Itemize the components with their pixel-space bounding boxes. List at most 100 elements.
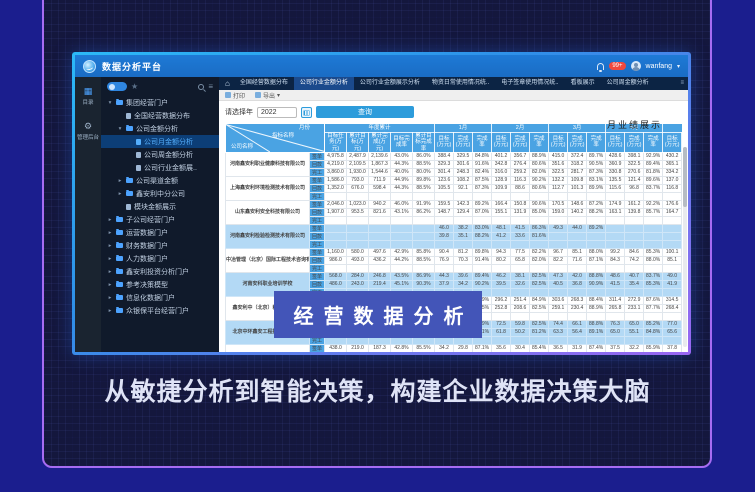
tree-item[interactable]: ▸鑫安利投资分析门户 [101,265,219,278]
value-cell: 89.7% [587,152,606,160]
query-button[interactable]: 查询 [316,106,414,118]
report-tab[interactable]: 公司行业金额展示分析 [354,77,426,90]
value-cell [492,216,511,224]
value-cell: 90.3% [413,280,435,288]
notification-badge[interactable]: 99+ [609,62,625,70]
rail-item[interactable]: ⚙管理后台 [77,122,99,141]
tab-overflow-icon[interactable]: ≡ [676,77,688,90]
company-name-cell: 中冶管理（北京）国际工程技术咨询有限公司 [226,248,310,272]
value-cell: 1,160.0 [325,248,347,256]
column-header: 完成(万元) [454,133,473,153]
value-cell: 112.7 [549,184,568,192]
value-cell: 50.2 [511,328,530,336]
tree-toggle-switch[interactable] [107,82,127,91]
report-tab[interactable]: 公司周金额分析 [601,77,655,90]
tree-item[interactable]: ▸鑫安利中分公司 [101,187,219,200]
value-cell: 233.1 [625,304,644,312]
print-button[interactable]: 打印 [225,91,245,100]
value-cell: 105.5 [435,184,454,192]
metric-label-cell: 回款 [310,256,325,264]
tree-item[interactable]: ▸运营数据门户 [101,226,219,239]
value-cell: 187.3 [369,344,391,352]
tree-item[interactable]: ▸财务数据门户 [101,239,219,252]
column-header: 累计目标完成率 [413,133,435,153]
value-cell: 174.9 [606,200,625,208]
value-cell: 32.2 [625,344,644,352]
tree-item[interactable]: ▸众银保平台经营门户 [101,304,219,317]
tree-item[interactable]: ▸公司渠道金额 [101,174,219,187]
report-tab[interactable]: 全国经营数据分布 [234,77,294,90]
vertical-scrollbar[interactable] [683,147,687,347]
value-cell [568,264,587,272]
value-cell: 92.2% [644,200,663,208]
value-cell: 38.2 [454,224,473,232]
value-cell [549,312,568,320]
company-name-cell: 河南鑫安利检验检测技术有限公司 [226,224,310,248]
value-cell: 85.9% [644,344,663,352]
tree-item[interactable]: ▾集团经营门户 [101,96,219,109]
tree-item[interactable]: 全国经营数据分布 [101,109,219,122]
report-tab[interactable]: 电子签章使用情况统.. [495,77,564,90]
value-cell: 80.6% [530,184,549,192]
star-icon[interactable]: ★ [131,83,138,91]
rail-item[interactable]: ▦目录 [82,87,93,106]
table-row: 河南鑫安利职业健康科技有限公司签单4,975.82,487.92,139.643… [226,152,683,160]
home-tab[interactable]: ⌂ [221,77,234,90]
value-cell [511,264,530,272]
report-tab[interactable]: 看板展示 [565,77,601,90]
value-cell [568,232,587,240]
collapse-menu-icon[interactable]: ≡ [208,83,213,91]
value-cell [530,336,549,344]
value-cell [587,192,606,200]
report-tab[interactable]: 公司行业金额分析 [294,77,354,90]
chevron-down-icon[interactable]: ▾ [677,63,680,70]
year-input[interactable] [257,107,297,118]
value-cell: 170.5 [549,200,568,208]
tree-item[interactable]: ▸人力数据门户 [101,252,219,265]
value-cell: 36.8 [568,280,587,288]
tree-item[interactable]: ▸信息化数据门户 [101,291,219,304]
search-icon[interactable] [198,84,204,90]
export-button[interactable]: 导出 ▾ [255,91,280,100]
user-avatar[interactable] [631,61,641,71]
value-cell: 329.3 [435,160,454,168]
tree-item[interactable]: 公司行业金额展.. [101,161,219,174]
value-cell: 87.0% [473,208,492,216]
value-cell: 56.4 [568,328,587,336]
tree-item[interactable]: ▾公司金额分析 [101,122,219,135]
folder-icon [116,269,123,274]
gear-icon: ⚙ [84,122,92,131]
tree-item[interactable]: 公司周金额分析 [101,148,219,161]
metric-label-cell: 签单 [310,152,325,160]
value-cell [625,264,644,272]
report-tab[interactable]: 物资日常使用情况统.. [426,77,495,90]
value-cell [606,192,625,200]
tree-item[interactable]: 模块金额展示 [101,200,219,213]
value-cell [663,224,682,232]
tree-item[interactable]: 公司月金额分析 [101,135,219,148]
tree-item[interactable]: ▸子公司经营门户 [101,213,219,226]
calendar-icon[interactable] [301,107,312,118]
tree-item[interactable]: ▸参考决策模型 [101,278,219,291]
value-cell: 44.0 [568,224,587,232]
value-cell: 29.8 [454,344,473,352]
value-cell: 87.6% [644,296,663,304]
value-cell: 85.3% [644,248,663,256]
notification-bell-icon[interactable] [597,63,604,70]
tab-bar: ⌂ 全国经营数据分布公司行业金额分析公司行业金额展示分析物资日常使用情况统..电… [219,77,688,90]
value-cell [587,216,606,224]
value-cell: 272.9 [625,296,644,304]
value-cell [391,240,413,248]
value-cell: 1,930.0 [347,168,369,176]
username[interactable]: wanfang [646,63,672,70]
value-cell: 86.0% [413,152,435,160]
value-cell [347,216,369,224]
column-header: 完成率 [530,133,549,153]
value-cell: 82.2 [549,256,568,264]
value-cell: 76.3 [606,320,625,328]
value-cell: 33.6 [511,232,530,240]
value-cell [549,240,568,248]
metric-label-cell: 签单 [310,200,325,208]
value-cell [568,288,587,296]
value-cell: 63.3 [549,328,568,336]
